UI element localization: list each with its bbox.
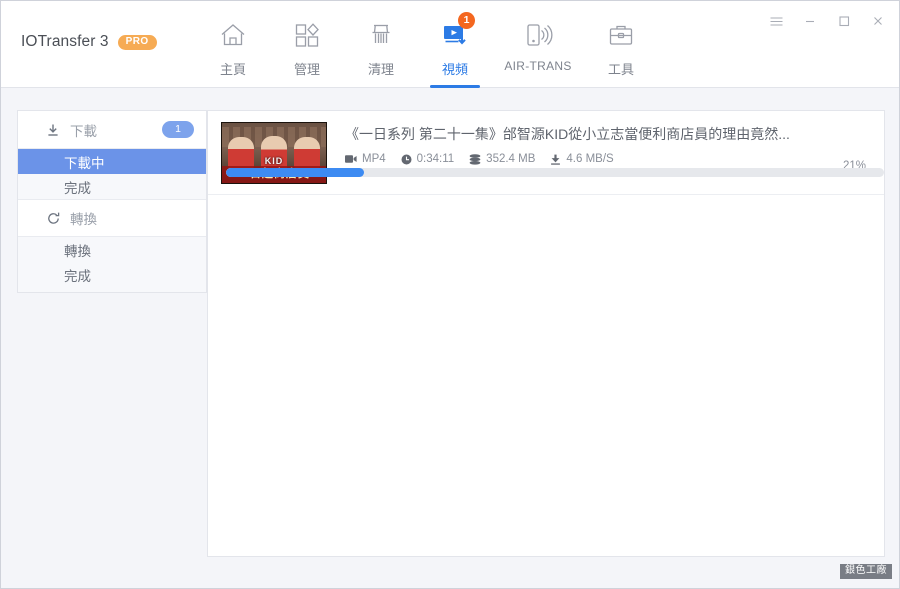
nav-item-tools[interactable]: 工具 [584, 1, 658, 88]
brand: IOTransfer 3 PRO [21, 33, 157, 51]
nav-item-home[interactable]: 主頁 [196, 1, 270, 88]
meta-size: 352.4 MB [469, 153, 535, 165]
home-icon [219, 20, 247, 50]
main-nav: 主頁 管理 清理 1 視頻 AIR-TRANS 工具 [196, 1, 658, 88]
nav-item-clean[interactable]: 清理 [344, 1, 418, 88]
download-progress-track [226, 168, 884, 177]
window-controls [759, 7, 895, 35]
meta-format-value: MP4 [362, 153, 386, 165]
download-progress-fill [226, 168, 365, 177]
sidebar-badge-download: 1 [162, 121, 194, 138]
meta-duration-value: 0:34:11 [416, 153, 455, 165]
titlebar: IOTransfer 3 PRO 主頁 管理 清理 1 視頻 AIR-TRANS… [1, 1, 899, 88]
meta-size-value: 352.4 MB [486, 153, 536, 165]
nav-item-video[interactable]: 1 視頻 [418, 1, 492, 88]
nav-label-manage: 管理 [293, 62, 320, 77]
nav-label-air-trans: AIR-TRANS [504, 59, 572, 73]
pro-badge: PRO [117, 34, 157, 50]
nav-item-manage[interactable]: 管理 [270, 1, 344, 88]
nav-label-tools: 工具 [607, 62, 634, 77]
nav-underline-video [430, 85, 480, 88]
sidebar-item-label-convert-completed: 完成 [64, 268, 91, 284]
app-window: IOTransfer 3 PRO 主頁 管理 清理 1 視頻 AIR-TRANS… [0, 0, 900, 589]
sidebar-item-label-downloading: 下載中 [64, 155, 105, 171]
downloads-panel: KID 一日超商店員 《一日系列 第二十一集》邰智源KID從小立志當便利商店員的… [207, 110, 885, 557]
nav-label-clean: 清理 [367, 62, 394, 77]
nav-label-home: 主頁 [219, 62, 246, 77]
sidebar-sublist-convert: 轉換 完成 [18, 237, 206, 292]
sidebar-item-download-completed[interactable]: 完成 [18, 174, 206, 199]
sidebar-sublist-download: 下載中 完成 [18, 149, 206, 199]
download-icon [46, 123, 60, 137]
download-title: 《一日系列 第二十一集》邰智源KID從小立志當便利商店員的理由竟然... [345, 126, 790, 142]
app-title: IOTransfer 3 [21, 33, 109, 50]
download-list-item[interactable]: KID 一日超商店員 《一日系列 第二十一集》邰智源KID從小立志當便利商店員的… [208, 111, 884, 195]
meta-speed: 4.6 MB/S [550, 153, 614, 165]
sidebar-item-downloading[interactable]: 下載中 [18, 149, 206, 174]
menu-button[interactable] [759, 7, 793, 35]
nav-badge-video: 1 [458, 12, 475, 29]
nav-item-air-trans[interactable]: AIR-TRANS [492, 1, 584, 88]
clean-icon [368, 20, 394, 50]
maximize-button[interactable] [827, 7, 861, 35]
download-speed-icon [550, 154, 561, 165]
download-details: 《一日系列 第二十一集》邰智源KID從小立志當便利商店員的理由竟然... MP4 [327, 122, 866, 194]
thumbnail-overlay-text: KID [264, 156, 284, 166]
sidebar: 下載 1 下載中 完成 轉換 轉換 完成 [17, 110, 207, 293]
sidebar-group-download[interactable]: 下載 1 [18, 111, 206, 149]
clock-icon [401, 154, 412, 165]
sidebar-item-convert[interactable]: 轉換 [18, 237, 206, 262]
sidebar-item-label-download-completed: 完成 [64, 180, 91, 196]
refresh-icon [46, 211, 61, 226]
close-button[interactable] [861, 7, 895, 35]
minimize-button[interactable] [793, 7, 827, 35]
nav-label-video: 視頻 [441, 62, 468, 77]
sidebar-group-label-download: 下載 [70, 123, 97, 139]
disk-icon [469, 153, 481, 165]
download-meta: MP4 0:34:11 352.4 MB 4.6 MB/S [345, 153, 866, 165]
sidebar-group-label-convert: 轉換 [70, 212, 97, 227]
meta-duration: 0:34:11 [401, 153, 455, 165]
toolbox-icon [608, 20, 634, 50]
meta-speed-value: 4.6 MB/S [566, 153, 614, 165]
watermark: 銀色工廠 [840, 564, 892, 579]
sidebar-item-convert-completed[interactable]: 完成 [18, 262, 206, 287]
video-file-icon [345, 154, 357, 164]
sidebar-group-convert[interactable]: 轉換 [18, 199, 206, 237]
meta-format: MP4 [345, 153, 386, 165]
air-trans-icon [523, 20, 553, 50]
sidebar-item-label-convert: 轉換 [64, 243, 91, 259]
manage-icon [294, 20, 320, 50]
